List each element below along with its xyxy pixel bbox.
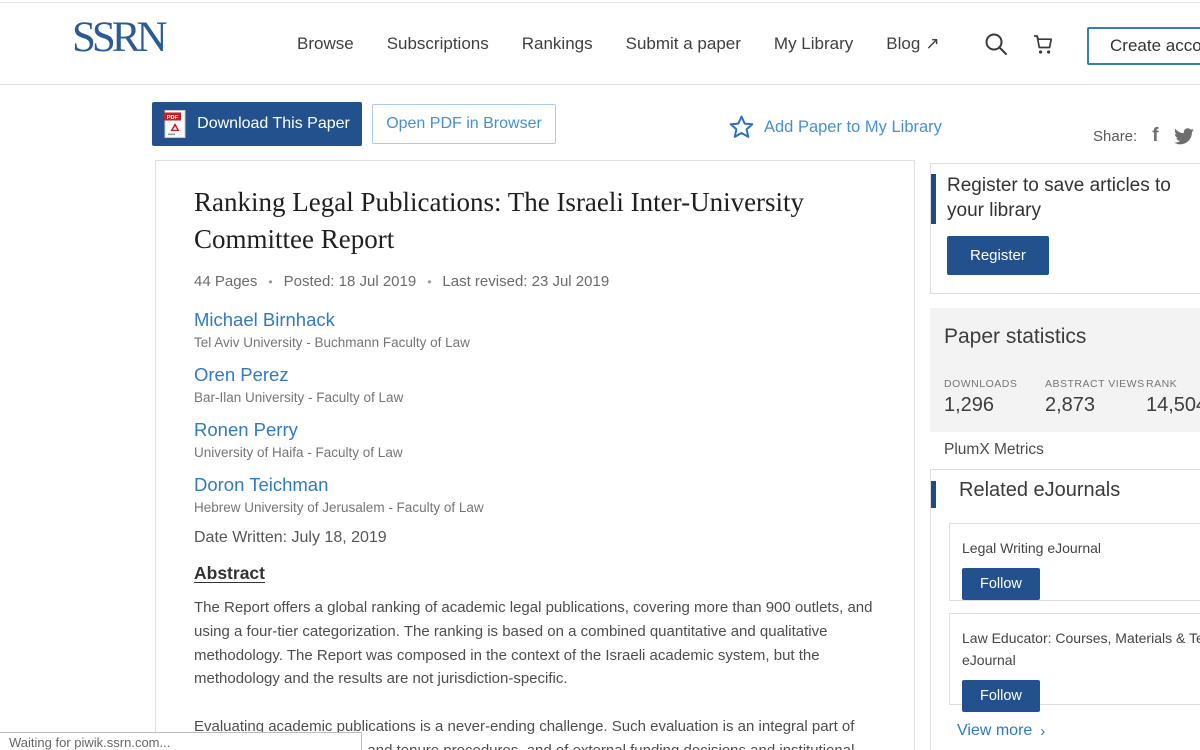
nav-item-rankings[interactable]: Rankings: [522, 34, 593, 54]
author-link[interactable]: Michael Birnhack: [194, 308, 876, 331]
stat-rank: RANK 14,504: [1146, 378, 1200, 417]
cart-icon[interactable]: [1030, 31, 1056, 57]
journal-card: Law Educator: Courses, Materials & Teach…: [949, 613, 1200, 705]
authors-list: Michael Birnhack Tel Aviv University - B…: [194, 308, 876, 517]
plumx-metrics-link[interactable]: PlumX Metrics: [944, 441, 1044, 459]
register-button[interactable]: Register: [947, 236, 1049, 275]
twitter-icon[interactable]: [1174, 128, 1194, 145]
accent-bar: [931, 481, 936, 508]
journal-title[interactable]: Legal Writing eJournal: [962, 537, 1200, 559]
author-block: Michael Birnhack Tel Aviv University - B…: [194, 308, 876, 352]
journal-card: Legal Writing eJournal Follow: [949, 523, 1200, 601]
nav-item-browse[interactable]: Browse: [297, 34, 354, 54]
share-group: Share: f: [1093, 125, 1200, 147]
meta-separator: •: [268, 275, 272, 289]
author-link[interactable]: Oren Perez: [194, 363, 876, 386]
pdf-icon: PDF: [164, 110, 186, 138]
abstract-paragraph-1: The Report offers a global ranking of ac…: [194, 596, 876, 691]
stat-downloads: DOWNLOADS 1,296: [944, 378, 1017, 417]
main-nav: Browse Subscriptions Rankings Submit a p…: [297, 3, 940, 84]
open-pdf-button[interactable]: Open PDF in Browser: [372, 104, 556, 144]
download-paper-label: Download This Paper: [197, 115, 350, 133]
abstract-heading: Abstract: [194, 563, 876, 584]
search-icon[interactable]: [983, 31, 1009, 57]
posted-date: Posted: 18 Jul 2019: [284, 273, 417, 290]
date-written: Date Written: July 18, 2019: [194, 529, 876, 547]
author-affiliation: Hebrew University of Jerusalem - Faculty…: [194, 499, 876, 517]
journal-title-line2: eJournal: [962, 649, 1200, 671]
statistics-heading: Paper statistics: [944, 325, 1200, 349]
pages-count: 44 Pages: [194, 273, 257, 290]
author-affiliation: University of Haifa - Faculty of Law: [194, 444, 876, 462]
related-ejournals-heading: Related eJournals: [959, 479, 1120, 502]
stat-label: DOWNLOADS: [944, 378, 1017, 390]
browser-status-bar: Waiting for piwik.ssrn.com...: [0, 732, 362, 750]
add-to-library-button[interactable]: Add Paper to My Library: [728, 114, 942, 140]
author-affiliation: Bar-Ilan University - Faculty of Law: [194, 389, 876, 407]
author-link[interactable]: Doron Teichman: [194, 473, 876, 496]
author-block: Oren Perez Bar-Ilan University - Faculty…: [194, 363, 876, 407]
nav-item-subscriptions[interactable]: Subscriptions: [387, 34, 489, 54]
meta-separator: •: [427, 275, 431, 289]
author-block: Doron Teichman Hebrew University of Jeru…: [194, 473, 876, 517]
chevron-right-icon: ›: [1040, 723, 1045, 740]
stat-label: RANK: [1146, 378, 1200, 390]
nav-item-submit-paper[interactable]: Submit a paper: [626, 34, 741, 54]
paper-card: Ranking Legal Publications: The Israeli …: [155, 160, 915, 750]
create-account-button[interactable]: Create account: [1087, 27, 1200, 65]
nav-item-my-library[interactable]: My Library: [774, 34, 853, 54]
arrow-up-right-icon: ↗: [925, 34, 939, 54]
author-block: Ronen Perry University of Haifa - Facult…: [194, 418, 876, 462]
download-paper-button[interactable]: PDF Download This Paper: [152, 102, 362, 146]
register-box: Register to save articles to your librar…: [930, 163, 1200, 294]
nav-item-blog[interactable]: Blog↗: [886, 34, 939, 54]
view-more-label: View more: [957, 722, 1032, 740]
register-heading: Register to save articles to your librar…: [947, 173, 1197, 223]
paper-meta: 44 Pages • Posted: 18 Jul 2019 • Last re…: [194, 273, 876, 290]
author-link[interactable]: Ronen Perry: [194, 418, 876, 441]
star-icon: [728, 114, 755, 140]
stat-value: 14,504: [1146, 394, 1200, 417]
stat-value: 2,873: [1045, 394, 1145, 417]
ssrn-logo[interactable]: SSRN: [72, 13, 164, 62]
follow-button[interactable]: Follow: [962, 680, 1040, 712]
paper-title: Ranking Legal Publications: The Israeli …: [194, 184, 859, 258]
add-to-library-label: Add Paper to My Library: [764, 118, 942, 137]
facebook-icon[interactable]: f: [1152, 125, 1158, 147]
paper-statistics-box: Paper statistics DOWNLOADS 1,296 ABSTRAC…: [930, 308, 1200, 432]
ssrn-paper-page: SSRN Browse Subscriptions Rankings Submi…: [0, 0, 1200, 750]
journal-title[interactable]: Law Educator: Courses, Materials & Teach…: [962, 627, 1200, 671]
share-label: Share:: [1093, 128, 1137, 145]
stat-value: 1,296: [944, 394, 1017, 417]
view-more-link[interactable]: View more ›: [957, 722, 1045, 740]
related-ejournals-box: Related eJournals Legal Writing eJournal…: [930, 469, 1200, 750]
journal-title-line1: Law Educator: Courses, Materials & Teach…: [962, 627, 1200, 649]
revised-date: Last revised: 23 Jul 2019: [442, 273, 609, 290]
stat-abstract-views: ABSTRACT VIEWS 2,873: [1045, 378, 1145, 417]
follow-button[interactable]: Follow: [962, 568, 1040, 600]
svg-text:PDF: PDF: [167, 115, 179, 121]
site-header: SSRN Browse Subscriptions Rankings Submi…: [0, 3, 1200, 85]
accent-bar: [931, 174, 936, 224]
author-affiliation: Tel Aviv University - Buchmann Faculty o…: [194, 334, 876, 352]
stat-label: ABSTRACT VIEWS: [1045, 378, 1145, 390]
